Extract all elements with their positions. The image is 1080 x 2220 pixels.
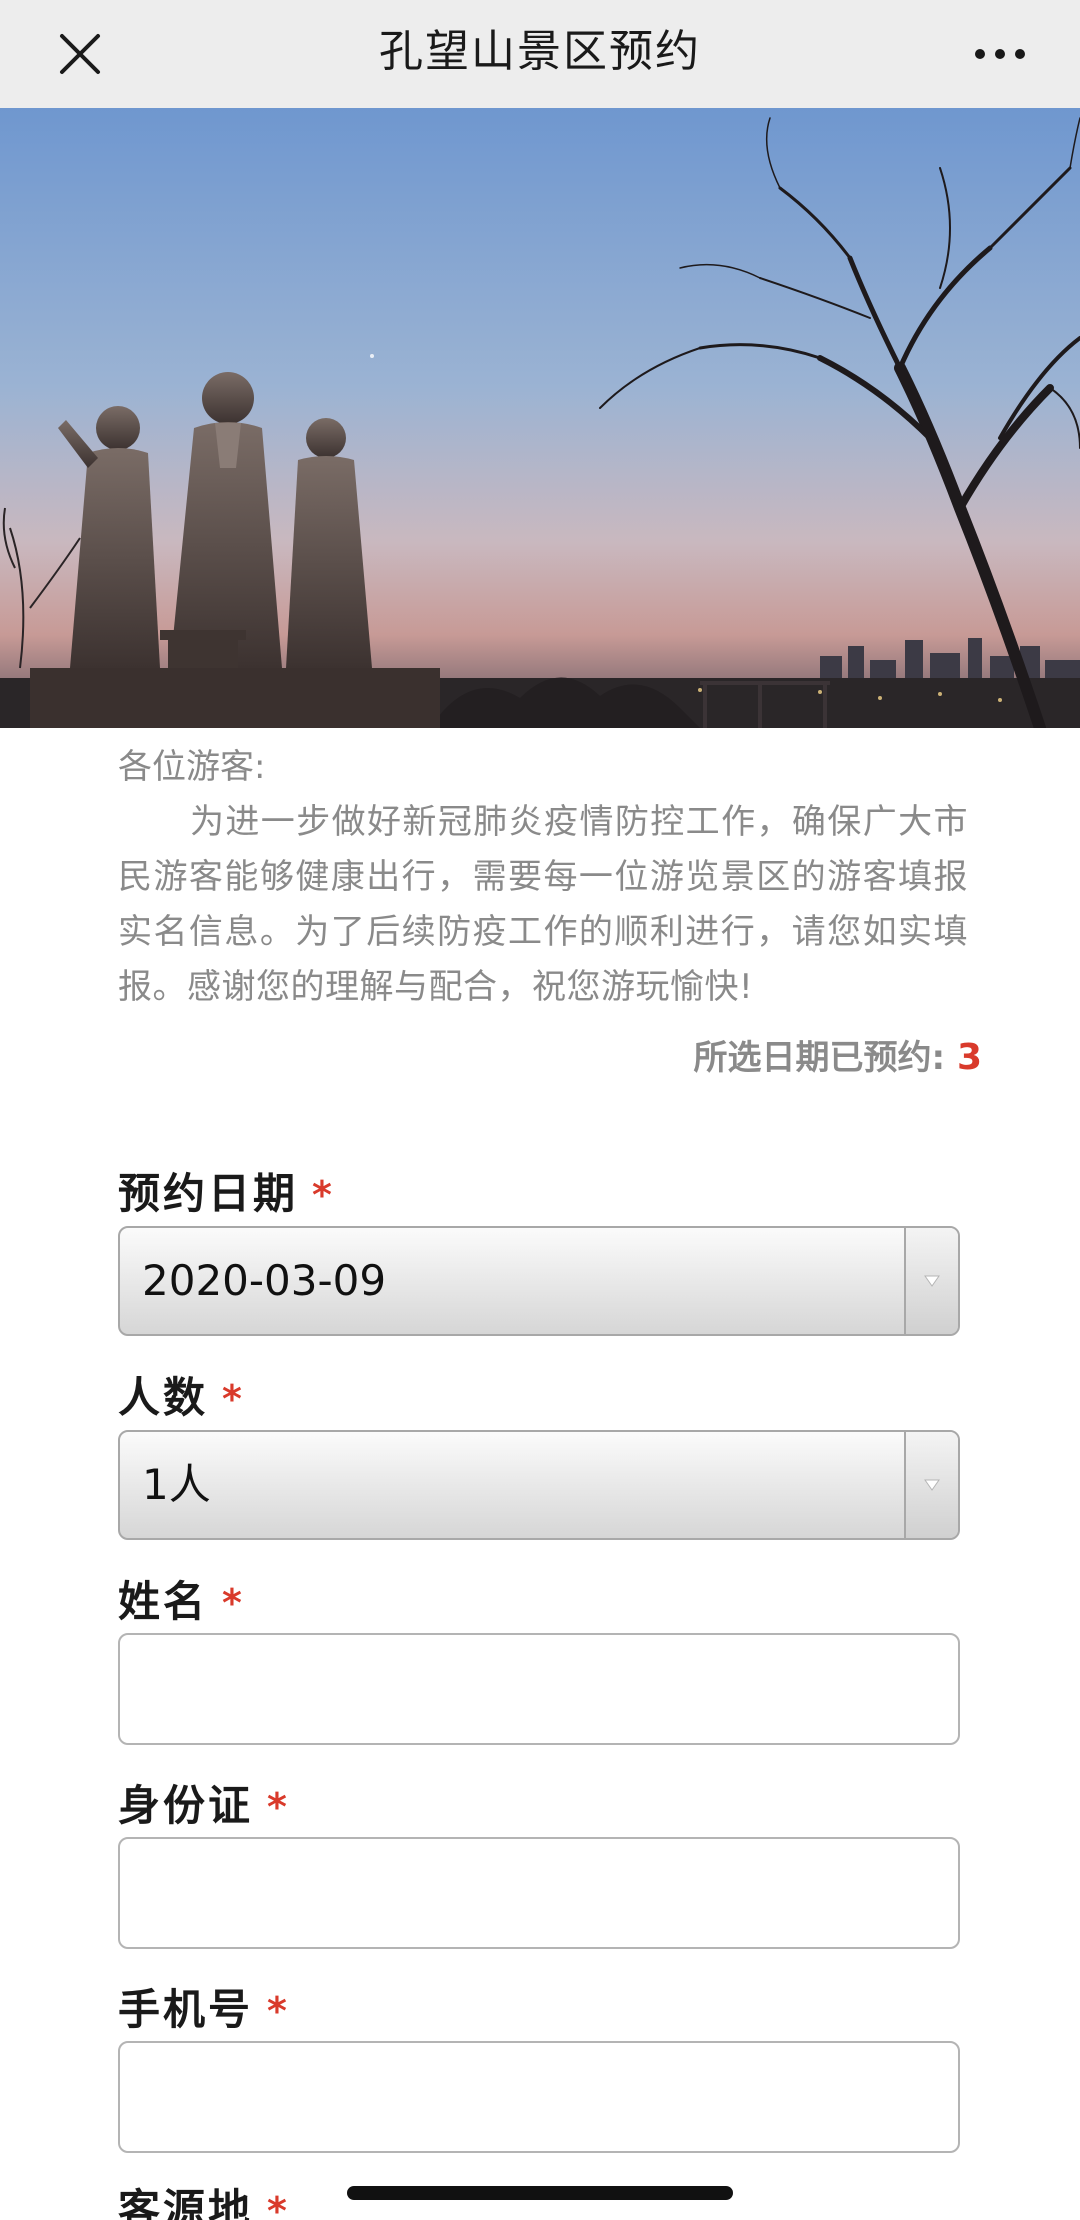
booked-count-value: 3 [956, 1037, 982, 1078]
date-label: 预约日期 * [118, 1160, 335, 1221]
home-indicator[interactable] [347, 2186, 733, 2200]
scenic-banner-image [0, 108, 1080, 728]
scenic-photo [0, 108, 1080, 728]
required-mark: * [267, 1989, 290, 2033]
origin-label-text: 客源地 [118, 2185, 254, 2220]
close-button[interactable] [40, 14, 120, 94]
date-select-value: 2020-03-09 [142, 1256, 387, 1305]
phone-label: 手机号 * [118, 1976, 290, 2037]
close-icon [60, 34, 100, 74]
people-select-value: 1人 [142, 1460, 211, 1509]
name-label: 姓名 * [118, 1568, 245, 1629]
required-mark: * [312, 1173, 335, 1217]
origin-label: 客源地 * [118, 2176, 290, 2220]
notice-block: 各位游客: 为进一步做好新冠肺炎疫情防控工作，确保广大市民游客能够健康出行，需要… [118, 740, 968, 1015]
required-mark: * [267, 2189, 290, 2220]
top-navbar: 孔望山景区预约 [0, 0, 1080, 109]
notice-body: 为进一步做好新冠肺炎疫情防控工作，确保广大市民游客能够健康出行，需要每一位游览景… [118, 802, 968, 1007]
booked-count-line: 所选日期已预约: 3 [693, 1030, 982, 1079]
required-mark: * [267, 1785, 290, 1829]
phone-label-text: 手机号 [118, 1985, 254, 2034]
more-button[interactable] [960, 14, 1040, 94]
date-select-arrow[interactable] [904, 1228, 958, 1334]
more-dots-icon [975, 49, 1025, 59]
phone-input[interactable] [118, 2041, 960, 2153]
people-label: 人数 * [118, 1364, 245, 1425]
notice-greeting: 各位游客: [118, 747, 266, 787]
people-select-arrow[interactable] [904, 1432, 958, 1538]
required-mark: * [222, 1377, 245, 1421]
booked-count-label: 所选日期已预约: [693, 1038, 946, 1078]
date-label-text: 预约日期 [118, 1169, 299, 1218]
people-count-select[interactable]: 1人 [118, 1430, 960, 1540]
booking-page: 孔望山景区预约 各位游客: 为进一步做好新冠肺炎疫情防控工作，确保广大市民游客能… [0, 0, 1080, 2220]
chevron-down-icon [924, 1479, 940, 1491]
page-title: 孔望山景区预约 [379, 26, 701, 77]
chevron-down-icon [924, 1275, 940, 1287]
people-label-text: 人数 [118, 1373, 209, 1422]
name-label-text: 姓名 [118, 1577, 209, 1626]
id-card-label: 身份证 * [118, 1772, 290, 1833]
id-card-label-text: 身份证 [118, 1781, 254, 1830]
required-mark: * [222, 1581, 245, 1625]
date-select[interactable]: 2020-03-09 [118, 1226, 960, 1336]
name-input[interactable] [118, 1633, 960, 1745]
id-card-input[interactable] [118, 1837, 960, 1949]
